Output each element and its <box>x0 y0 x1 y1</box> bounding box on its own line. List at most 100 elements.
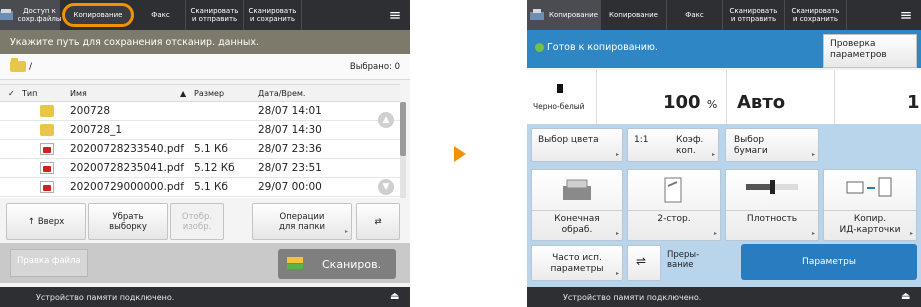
stored-files-screen: Доступ к сохр.файлы Копирование Факс Ска… <box>0 0 410 307</box>
tab-scan-send[interactable]: Сканировать и отправить <box>723 0 785 30</box>
tab-label: Сканировать и сохранить <box>791 7 840 23</box>
color-mode-text: Черно-белый <box>533 102 585 111</box>
column-name[interactable]: Имя <box>70 89 87 98</box>
folder-icon <box>40 124 54 136</box>
status-text: Устройство памяти подключено. <box>36 292 175 302</box>
favorite-settings-button[interactable]: Часто исп. параметры ▸ <box>531 245 623 281</box>
tab-stored-files[interactable]: Доступ к сохр.файлы <box>0 0 61 30</box>
finishing-button[interactable]: Конечная обраб. ▸ <box>531 169 623 241</box>
tab-copy-main[interactable]: Копирование <box>527 0 601 30</box>
color-mode-cell: Черно-белый <box>527 70 597 124</box>
refresh-button[interactable]: ⇄ <box>356 203 400 240</box>
column-type[interactable]: Тип <box>22 89 37 98</box>
file-name: 200728 <box>70 105 111 117</box>
list-item[interactable]: 20200728235041.pdf 5.12 Кб 28/07 23:51 <box>0 159 400 178</box>
up-arrow-icon: ↑ <box>27 216 35 227</box>
file-size: 5.12 Кб <box>194 162 235 174</box>
file-size: 5.1 Кб <box>194 143 228 155</box>
scan-label: Сканиров. <box>322 257 382 271</box>
list-item[interactable]: 20200728233540.pdf 5.1 Кб 28/07 23:36 <box>0 140 400 159</box>
scroll-up-icon[interactable]: ▲ <box>378 112 394 128</box>
color-select-button[interactable]: Выбор цвета ▸ <box>531 128 623 162</box>
ready-status-icon <box>535 43 544 52</box>
file-name: 200728_1 <box>70 124 123 136</box>
copy-screen: Копирование Копирование Факс Сканировать… <box>527 0 921 307</box>
id-card-icon <box>846 177 892 197</box>
submenu-arrow-icon: ▸ <box>344 228 348 235</box>
tab-scan-send[interactable]: Сканировать и отправить <box>186 0 244 30</box>
folder-icon <box>40 105 54 117</box>
tab-fax[interactable]: Факс <box>136 0 186 30</box>
instruction-banner: Укажите путь для сохранения отсканир. да… <box>0 30 410 54</box>
duplex-icon <box>664 177 682 203</box>
submenu-arrow-icon: ▸ <box>711 151 715 158</box>
clear-selection-button[interactable]: Убрать выборку <box>88 203 168 240</box>
eject-icon[interactable]: ⏏ <box>901 291 913 303</box>
interrupt-icon: ⇌ <box>636 254 647 268</box>
interrupt-label: Преры- вание <box>667 250 700 270</box>
file-size: 5.1 Кб <box>194 181 228 193</box>
density-button[interactable]: Плотность ▸ <box>725 169 819 241</box>
tab-label: Копирование <box>73 11 123 19</box>
tab-label: Сканировать и отправить <box>729 7 778 23</box>
tab-fax[interactable]: Факс <box>667 0 723 30</box>
file-date: 28/07 23:51 <box>258 162 322 174</box>
up-button[interactable]: ↑ Вверх <box>6 203 86 240</box>
tab-copy[interactable]: Копирование <box>62 3 134 27</box>
eject-icon[interactable]: ⏏ <box>390 291 402 303</box>
left-tab-bar: Доступ к сохр.файлы Копирование Факс Ска… <box>0 0 410 30</box>
id-card-copy-button[interactable]: Копир. ИД-карточки ▸ <box>823 169 917 241</box>
paper-select-button[interactable]: Выбор бумаги ▸ <box>725 128 819 162</box>
folder-operations-button[interactable]: Операции для папки ▸ <box>252 203 352 240</box>
file-name: 20200728233540.pdf <box>70 143 184 155</box>
submenu-arrow-icon: ▸ <box>615 230 619 237</box>
pdf-file-icon <box>40 143 54 155</box>
display-image-button[interactable]: Отобр. изобр. <box>170 203 224 240</box>
list-item[interactable]: 200728 28/07 14:01 <box>0 102 400 121</box>
list-item[interactable]: 20200729000000.pdf 5.1 Кб 29/07 00:00 <box>0 178 400 197</box>
scan-button[interactable]: Сканиров. <box>278 249 396 279</box>
copy-ratio-button[interactable]: 1:1 Коэф. коп. ▸ <box>627 128 719 162</box>
tab-scan-store[interactable]: Сканировать и сохранить <box>244 0 302 30</box>
options-button[interactable]: Параметры <box>741 244 917 280</box>
submenu-arrow-icon: ▸ <box>909 230 913 237</box>
column-date[interactable]: Дата/Врем. <box>258 89 305 98</box>
tab-label: Копирование <box>549 11 598 19</box>
check-all-column[interactable]: ✓ <box>8 89 15 98</box>
submenu-arrow-icon: ▸ <box>811 230 815 237</box>
selected-count: Выбрано: 0 <box>349 61 400 72</box>
status-bar: Устройство памяти подключено. ⏏ <box>0 287 410 307</box>
ready-text: Готов к копированию. <box>547 42 658 53</box>
black-white-icon <box>557 84 563 93</box>
paper-cell: Авто <box>727 70 835 124</box>
file-name: 20200729000000.pdf <box>70 181 184 193</box>
list-item[interactable]: 200728_1 28/07 14:30 <box>0 121 400 140</box>
path-bar: / Выбрано: 0 <box>0 54 410 80</box>
density-slider-icon <box>746 180 798 194</box>
submenu-arrow-icon: ▸ <box>713 230 717 237</box>
scan-icon <box>287 257 303 269</box>
zoom-cell: 100 % <box>597 70 727 124</box>
finishing-icon <box>563 179 591 200</box>
file-list-header: ✓ Тип Имя ▲ Размер Дата/Врем. <box>0 84 400 102</box>
file-date: 28/07 14:01 <box>258 105 322 117</box>
scroll-down-icon[interactable]: ▼ <box>378 179 394 195</box>
tab-label: Сканировать и сохранить <box>248 7 297 23</box>
check-settings-button[interactable]: Проверка параметров <box>823 34 917 68</box>
tab-scan-store[interactable]: Сканировать и сохранить <box>785 0 847 30</box>
menu-icon[interactable]: ≡ <box>891 0 921 30</box>
tab-copy[interactable]: Копирование <box>601 0 667 30</box>
paper-value: Авто <box>737 92 786 113</box>
file-list: 200728 28/07 14:01 200728_1 28/07 14:30 … <box>0 102 400 198</box>
file-date: 29/07 00:00 <box>258 181 322 193</box>
column-size[interactable]: Размер <box>194 89 224 98</box>
interrupt-button[interactable]: ⇌ <box>627 245 661 281</box>
scrollbar-thumb[interactable] <box>400 102 406 156</box>
tab-label: Факс <box>685 11 704 19</box>
duplex-button[interactable]: 2-стор. ▸ <box>627 169 721 241</box>
copies-value: 1 <box>907 92 920 113</box>
menu-icon[interactable]: ≡ <box>380 0 410 30</box>
submenu-arrow-icon: ▸ <box>615 151 619 158</box>
tab-label: Копирование <box>609 11 658 19</box>
edit-file-button[interactable]: Правка файла <box>10 249 88 277</box>
